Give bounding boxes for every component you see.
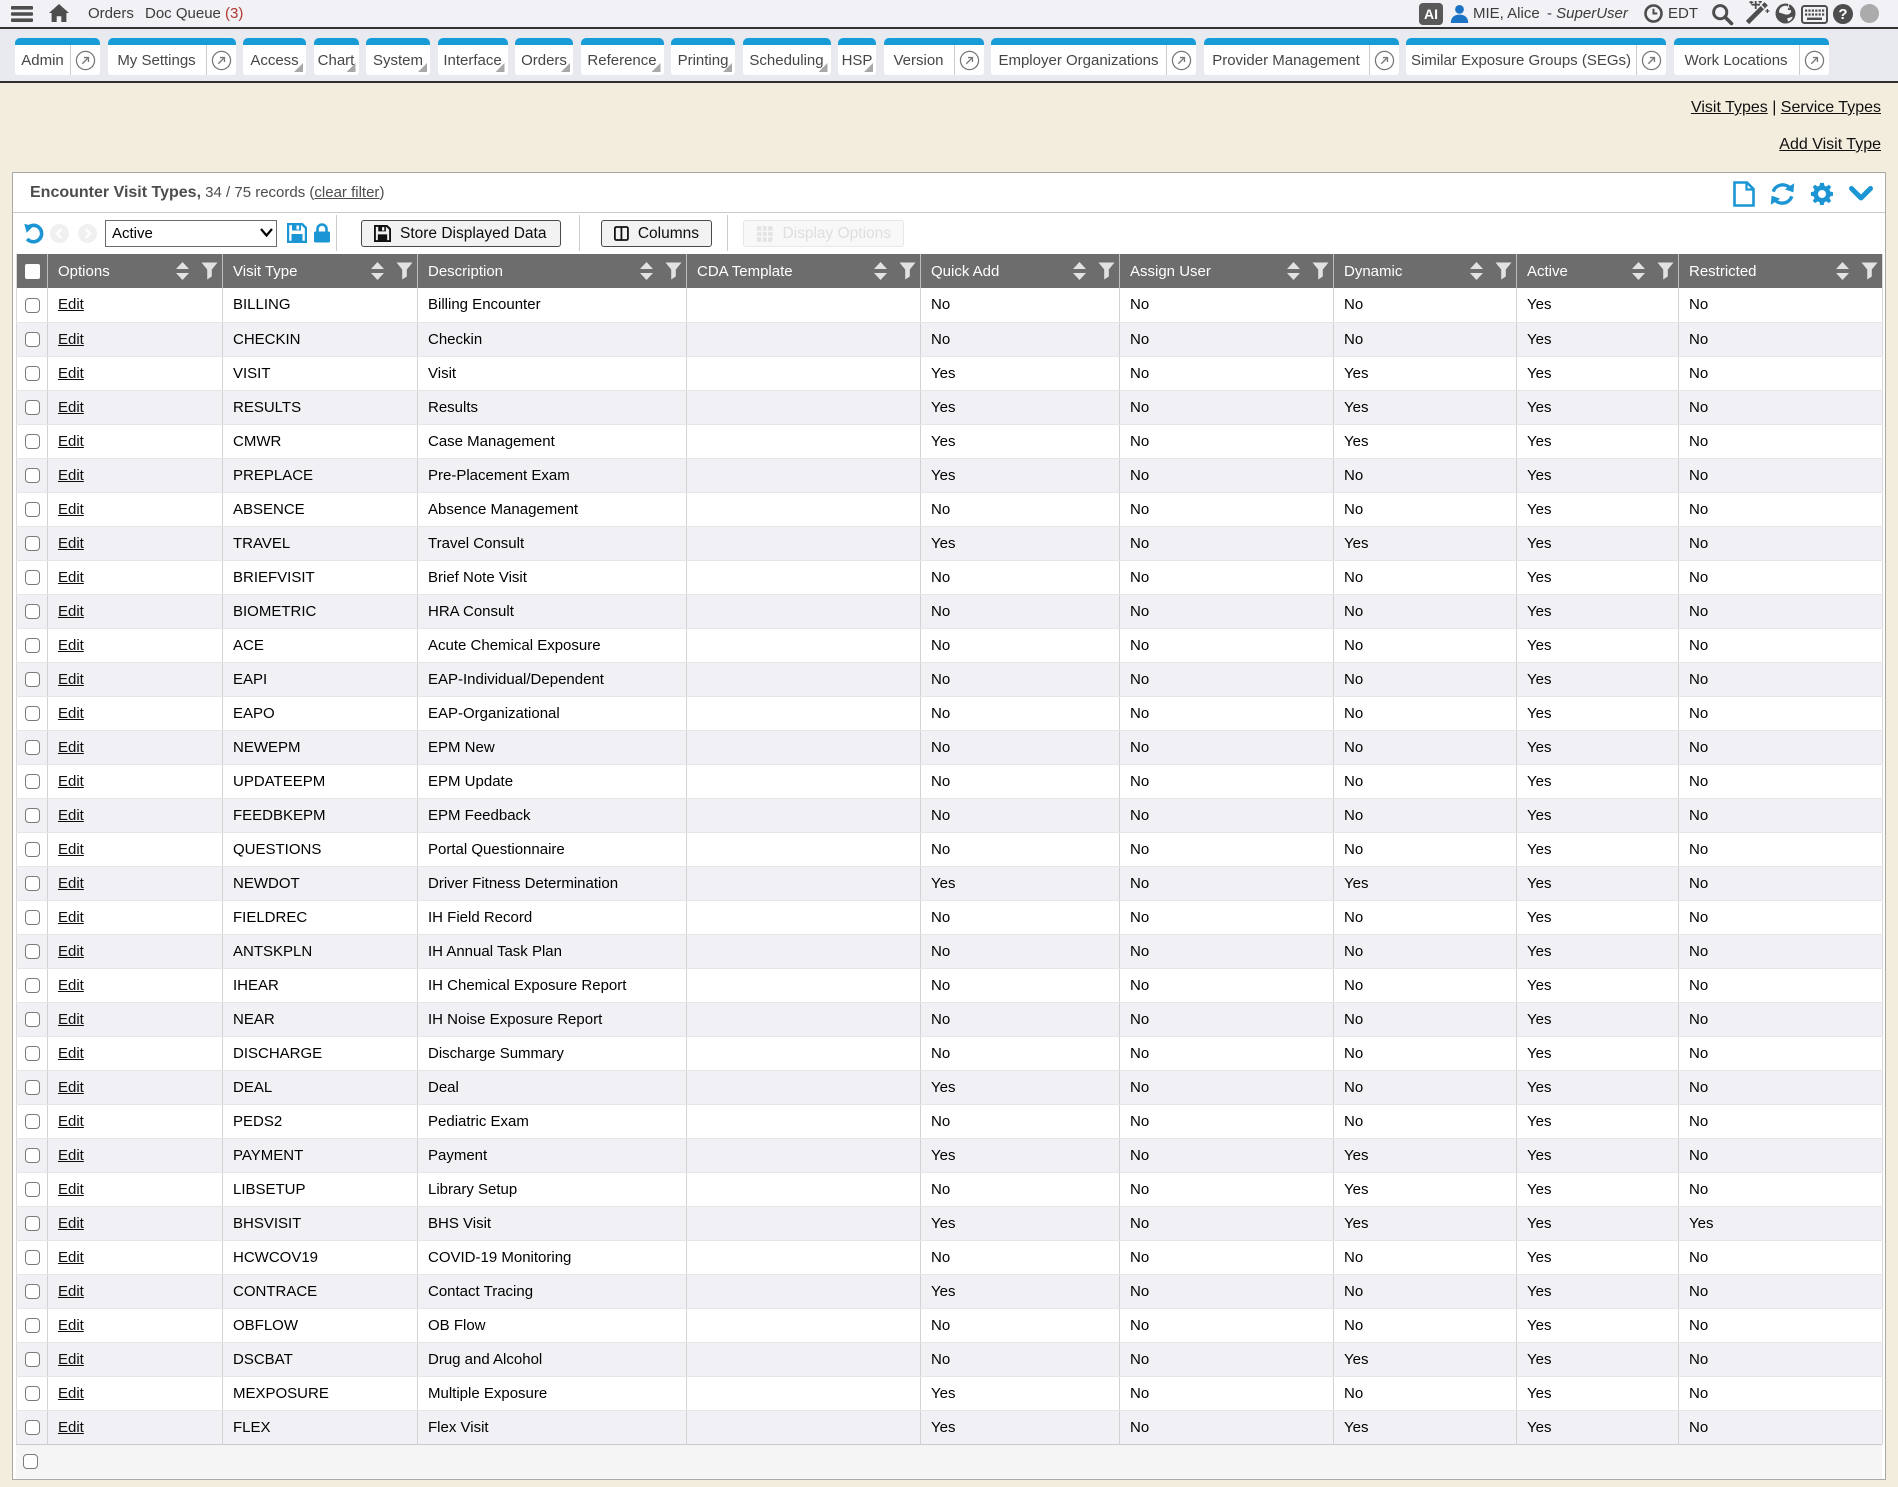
svg-text:?: ?	[1838, 6, 1847, 23]
